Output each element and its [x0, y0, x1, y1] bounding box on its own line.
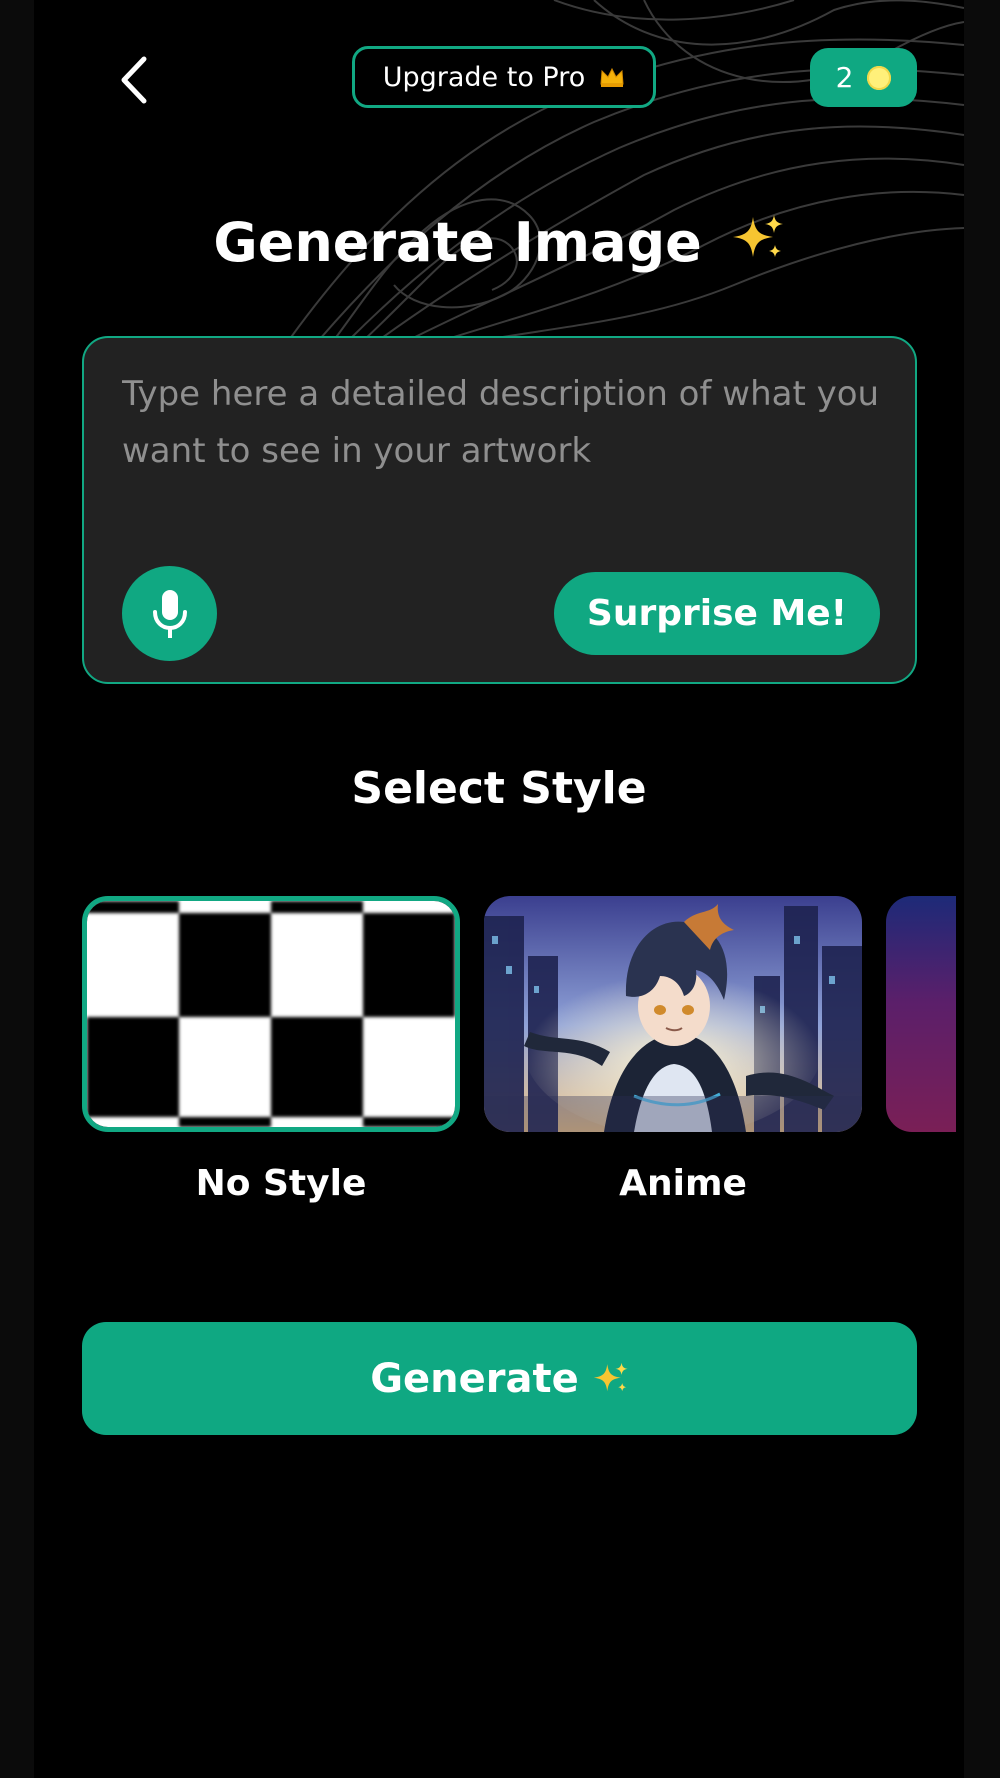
- style-label-no-style: No Style: [195, 1163, 367, 1204]
- style-card-anime[interactable]: [484, 896, 862, 1132]
- microphone-icon: [152, 589, 187, 638]
- coin-icon: [867, 65, 892, 90]
- chevron-left-icon: [121, 56, 147, 104]
- back-button[interactable]: [104, 50, 164, 110]
- generate-button[interactable]: Generate: [82, 1322, 917, 1435]
- page-background: Upgrade to Pro 2 Generate Image Type her…: [0, 0, 1000, 1778]
- page-title: Generate Image: [34, 208, 964, 278]
- app-screen: Upgrade to Pro 2 Generate Image Type her…: [34, 0, 964, 1778]
- credits-badge[interactable]: 2: [810, 48, 917, 107]
- generate-label: Generate: [370, 1355, 579, 1402]
- microphone-button[interactable]: [122, 566, 217, 661]
- upgrade-to-pro-button[interactable]: Upgrade to Pro: [352, 46, 656, 108]
- sparkles-icon: [732, 215, 783, 257]
- style-label-anime: Anime: [619, 1163, 747, 1204]
- prompt-input[interactable]: [122, 366, 882, 506]
- prompt-box: Surprise Me!: [82, 336, 917, 684]
- surprise-me-label: Surprise Me!: [586, 593, 848, 634]
- credits-count: 2: [835, 61, 854, 94]
- anime-thumbnail: [484, 896, 862, 1132]
- page-title-text: Generate Image: [213, 211, 702, 274]
- sparkles-icon: [593, 1362, 628, 1391]
- style-card-partial[interactable]: [886, 896, 956, 1132]
- upgrade-label: Upgrade to Pro: [382, 61, 586, 93]
- select-style-title: Select Style: [351, 763, 647, 814]
- crown-icon: [600, 67, 624, 87]
- surprise-me-button[interactable]: Surprise Me!: [554, 572, 880, 655]
- checkerboard-thumbnail: [87, 901, 455, 1127]
- style-card-no-style[interactable]: [82, 896, 460, 1132]
